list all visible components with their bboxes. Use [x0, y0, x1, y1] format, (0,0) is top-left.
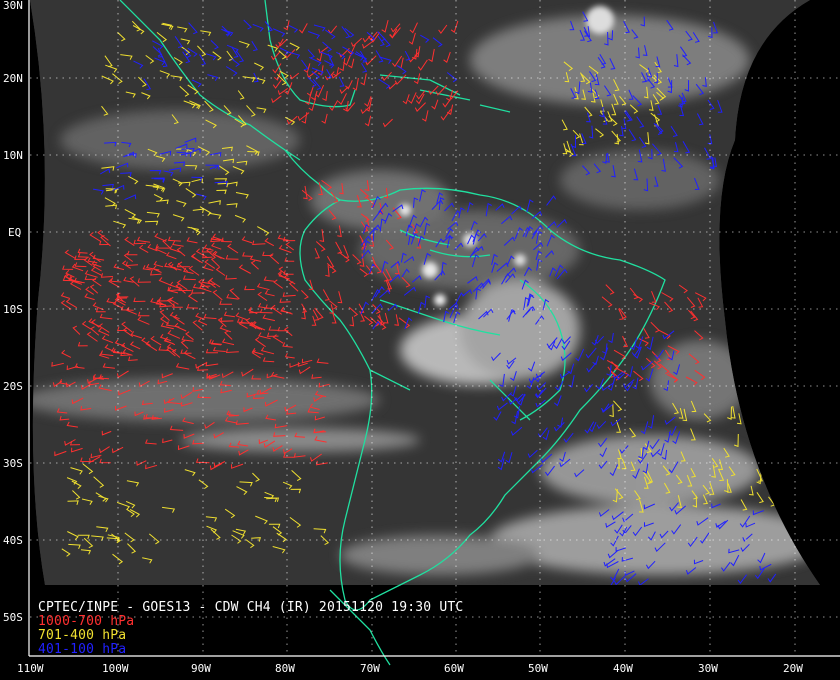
lon-label-90w: 90W: [191, 662, 211, 675]
lon-label-60w: 60W: [444, 662, 464, 675]
latitude-labels: 30N 20N 10N EQ 10S 20S 30S 40S 50S: [3, 0, 23, 624]
lat-label-30n: 30N: [3, 0, 23, 12]
lat-label-20s: 20S: [3, 380, 23, 393]
lon-label-80w: 80W: [275, 662, 295, 675]
lat-label-10n: 10N: [3, 149, 23, 162]
legend-mid-level: 701-400 hPa: [38, 628, 127, 643]
wind-barb: [762, 415, 767, 426]
wind-barb: [759, 424, 765, 435]
wind-barb: [770, 425, 776, 439]
lon-label-30w: 30W: [698, 662, 718, 675]
lat-label-50s: 50S: [3, 611, 23, 624]
legend-high-level: 401-100 hPa: [38, 642, 127, 657]
satellite-wind-map: 30N 20N 10N EQ 10S 20S 30S 40S 50S 110W …: [3, 0, 840, 675]
lon-label-20w: 20W: [783, 662, 803, 675]
wind-barb: [772, 442, 778, 453]
lat-label-40s: 40S: [3, 534, 23, 547]
map-caption: CPTEC/INPE - GOES13 - CDW CH4 (IR) 20151…: [38, 601, 463, 657]
wind-barb: [778, 455, 784, 469]
legend-low-level: 1000-700 hPa: [38, 614, 135, 629]
lon-label-40w: 40W: [613, 662, 633, 675]
lon-label-110w: 110W: [17, 662, 44, 675]
longitude-labels: 110W 100W 90W 80W 70W 60W 50W 40W 30W 20…: [17, 662, 803, 675]
lat-label-eq: EQ: [8, 226, 21, 239]
lat-label-10s: 10S: [3, 303, 23, 316]
lat-label-20n: 20N: [3, 72, 23, 85]
lon-label-70w: 70W: [360, 662, 380, 675]
wind-barb: [777, 461, 785, 472]
caption-title: CPTEC/INPE - GOES13 - CDW CH4 (IR) 20151…: [38, 600, 464, 615]
lon-label-100w: 100W: [102, 662, 129, 675]
lat-label-30s: 30S: [3, 457, 23, 470]
lon-label-50w: 50W: [528, 662, 548, 675]
wind-barb: [765, 436, 774, 448]
